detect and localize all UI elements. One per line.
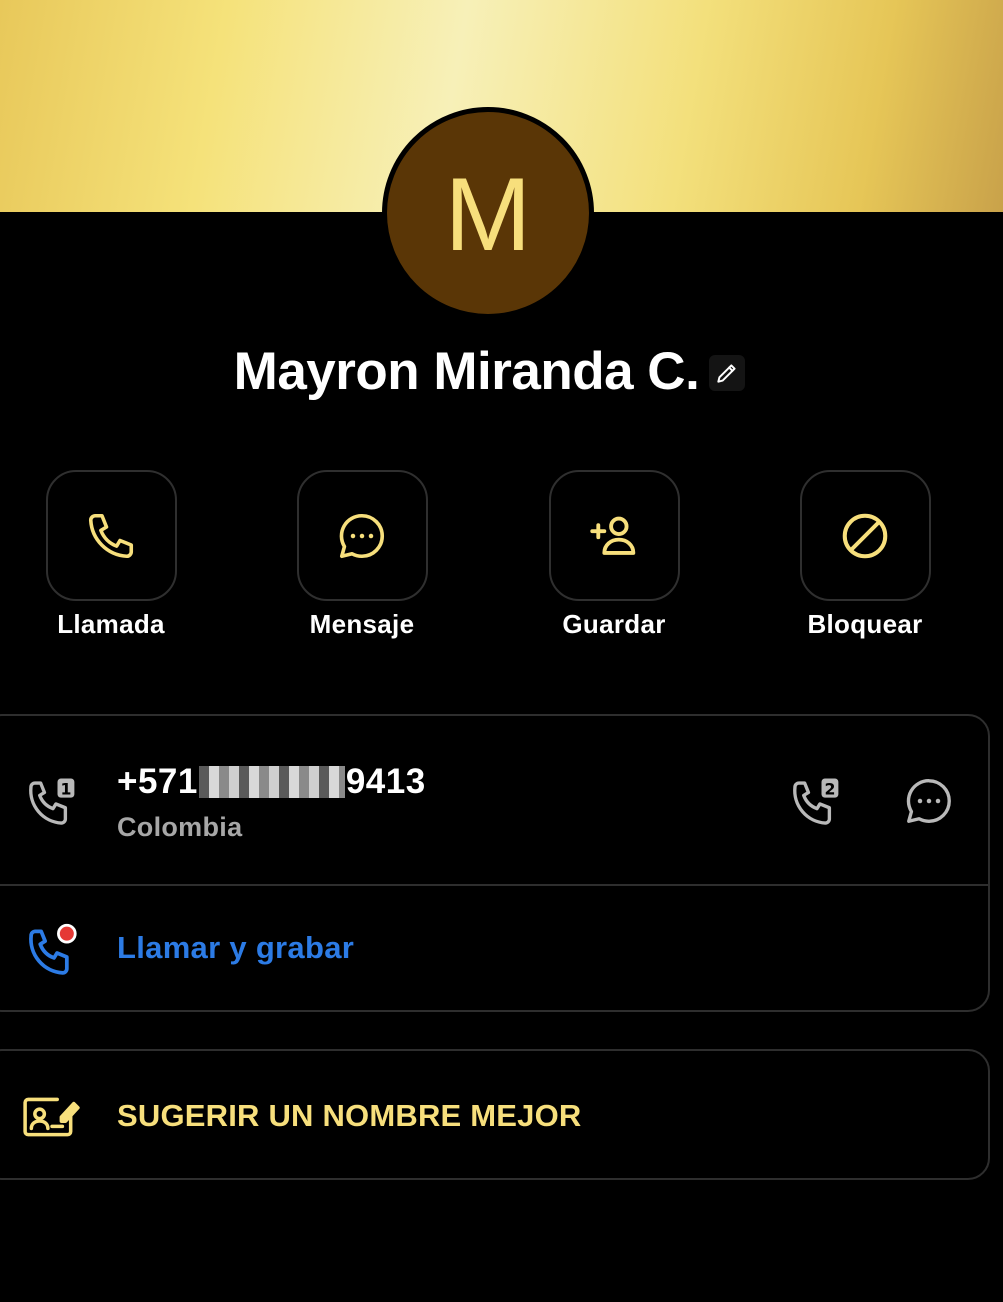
name-row: Mayron Miranda C. (0, 336, 1003, 406)
add-person-icon (590, 516, 636, 555)
contact-detail-screen: M Mayron Miranda C. Llamada Mensaje Guar… (0, 0, 1003, 1302)
phone-prefix: +571 (117, 762, 198, 801)
message-button[interactable] (296, 470, 428, 601)
block-action[interactable]: Bloquear (775, 470, 955, 650)
phone-card: 1 +571 9413 Colombia 2 Llamar y grabar (0, 714, 990, 1012)
message-label: Mensaje (309, 609, 415, 639)
block-icon (842, 513, 888, 558)
sim1-call-icon[interactable]: 1 (26, 774, 80, 833)
sim2-call-icon[interactable]: 2 (790, 774, 844, 833)
row-divider (0, 884, 988, 886)
action-buttons: Llamada Mensaje Guardar Bloquear (0, 470, 1003, 650)
save-label: Guardar (562, 609, 666, 639)
id-card-edit-icon (22, 1091, 80, 1146)
phone-number[interactable]: +571 9413 (117, 762, 426, 802)
suggest-name-card[interactable]: SUGERIR UN NOMBRE MEJOR (0, 1049, 990, 1180)
message-action[interactable]: Mensaje (272, 470, 452, 650)
call-record-link[interactable]: Llamar y grabar (117, 930, 354, 966)
call-label: Llamada (57, 609, 165, 639)
call-action[interactable]: Llamada (21, 470, 201, 650)
phone-icon (88, 513, 134, 558)
svg-text:2: 2 (824, 779, 835, 798)
redacted-digits (198, 766, 345, 798)
pencil-icon[interactable] (709, 355, 746, 391)
svg-text:1: 1 (60, 779, 71, 798)
phone-country: Colombia (117, 812, 243, 842)
call-button[interactable] (45, 470, 177, 601)
avatar[interactable]: M (382, 107, 594, 319)
save-button[interactable] (548, 470, 680, 601)
block-label: Bloquear (807, 609, 923, 639)
suggest-name-label: SUGERIR UN NOMBRE MEJOR (117, 1098, 582, 1133)
block-button[interactable] (799, 470, 931, 601)
phone-suffix: 9413 (345, 762, 426, 801)
chat-bubble-icon (339, 513, 384, 558)
sms-icon[interactable] (902, 774, 956, 833)
contact-name: Mayron Miranda C. (233, 341, 700, 401)
avatar-initial: M (444, 157, 532, 273)
call-record-icon[interactable] (26, 922, 82, 983)
save-action[interactable]: Guardar (524, 470, 704, 650)
